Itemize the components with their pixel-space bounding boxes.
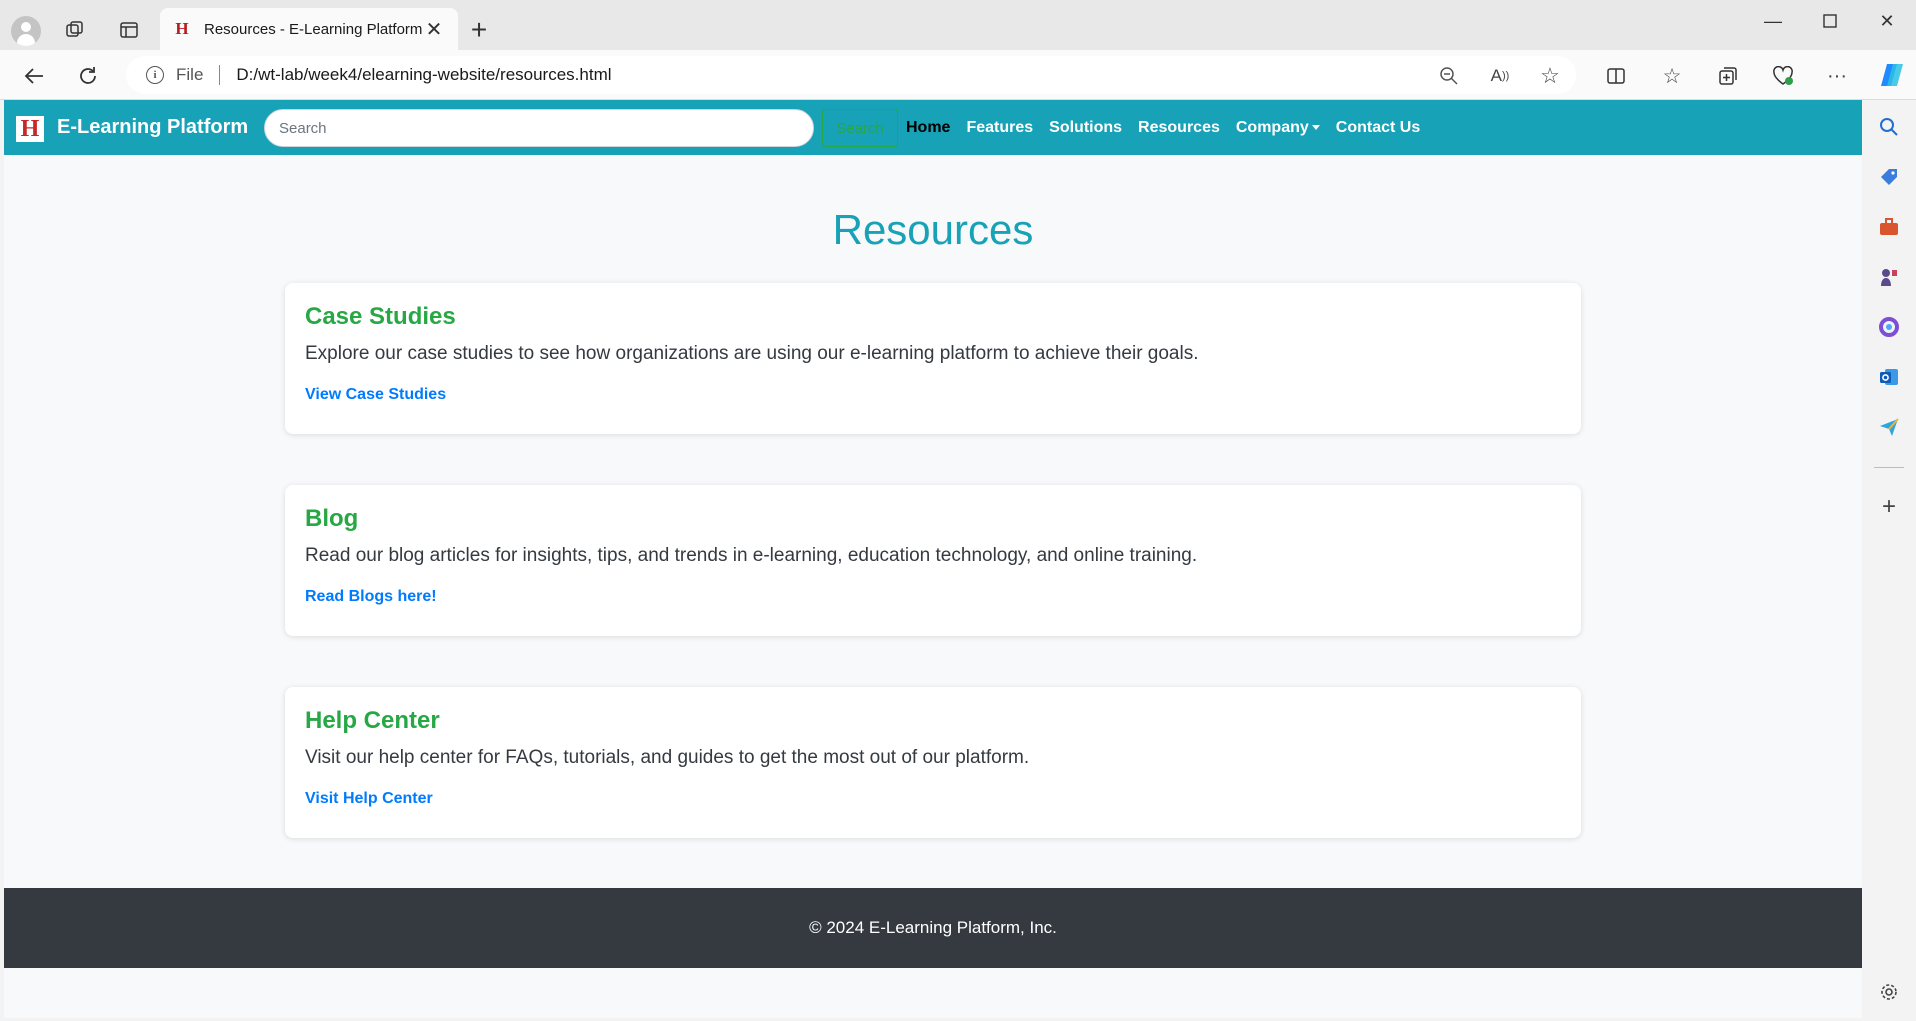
- caret-down-icon: [1311, 124, 1320, 130]
- nav-company-dropdown[interactable]: Company: [1236, 119, 1320, 137]
- view-case-studies-link[interactable]: View Case Studies: [305, 386, 446, 404]
- collections-icon[interactable]: [1716, 64, 1740, 88]
- tab-title: Resources - E-Learning Platform: [204, 20, 423, 38]
- tab-strip: H Resources - E-Learning Platform ✕ + — …: [0, 0, 1916, 50]
- card-title: Blog: [305, 505, 359, 532]
- favorites-icon[interactable]: ☆: [1660, 64, 1684, 88]
- address-bar: i File D:/wt-lab/week4/elearning-website…: [0, 50, 1916, 100]
- add-icon[interactable]: +: [1875, 493, 1903, 521]
- outlook-icon[interactable]: [1875, 363, 1903, 391]
- star-icon[interactable]: ☆: [1538, 63, 1562, 88]
- search-icon[interactable]: [1875, 113, 1903, 141]
- minimize-icon[interactable]: —: [1746, 6, 1800, 36]
- nav-company-label: Company: [1235, 118, 1309, 136]
- info-icon[interactable]: i: [146, 66, 164, 84]
- games-icon[interactable]: [1875, 263, 1903, 291]
- office-icon[interactable]: [1875, 313, 1903, 341]
- copilot-icon[interactable]: [1877, 60, 1907, 90]
- nav-home[interactable]: Home: [906, 119, 950, 137]
- read-blogs-link[interactable]: Read Blogs here!: [305, 588, 437, 606]
- brand-name[interactable]: E-Learning Platform: [57, 116, 248, 139]
- footer-copyright: © 2024 E-Learning Platform, Inc.: [809, 918, 1057, 937]
- url-bar[interactable]: i File D:/wt-lab/week4/elearning-website…: [126, 56, 1576, 94]
- card-help-center: Help Center Visit our help center for FA…: [285, 687, 1581, 838]
- favicon-icon: H: [175, 19, 189, 38]
- back-arrow-icon[interactable]: [18, 60, 50, 92]
- page-title: Resources: [832, 206, 1034, 253]
- vertical-tabs-icon[interactable]: [115, 16, 143, 44]
- edge-sidebar: +: [1862, 100, 1916, 1021]
- refresh-icon[interactable]: [72, 60, 104, 92]
- url-scheme: File: [176, 65, 204, 84]
- visit-help-center-link[interactable]: Visit Help Center: [305, 790, 433, 808]
- card-text: Read our blog articles for insights, tip…: [305, 545, 1198, 566]
- site-navbar: H E-Learning Platform Search Home Featur…: [4, 100, 1862, 155]
- nav-resources[interactable]: Resources: [1138, 119, 1220, 137]
- url-divider: [219, 65, 221, 85]
- settings-icon[interactable]: [1875, 978, 1903, 1006]
- tab-resources[interactable]: H Resources - E-Learning Platform ✕: [160, 8, 458, 50]
- split-screen-icon[interactable]: [1604, 64, 1628, 88]
- card-blog: Blog Read our blog articles for insights…: [285, 485, 1581, 636]
- brand-logo[interactable]: H: [16, 116, 44, 142]
- tools-icon[interactable]: [1875, 213, 1903, 241]
- read-aloud-icon[interactable]: A)): [1488, 64, 1512, 88]
- nav-features[interactable]: Features: [966, 119, 1033, 137]
- search-button[interactable]: Search: [822, 109, 898, 147]
- workspaces-icon[interactable]: [61, 16, 89, 44]
- send-icon[interactable]: [1875, 413, 1903, 441]
- profile-icon[interactable]: [8, 13, 44, 49]
- close-icon[interactable]: ✕: [424, 17, 444, 42]
- card-title: Help Center: [305, 707, 440, 734]
- heart-pulse-icon[interactable]: [1771, 64, 1795, 88]
- nav-links: Home Features Solutions Resources Compan…: [906, 100, 1436, 155]
- site-footer: © 2024 E-Learning Platform, Inc.: [4, 888, 1862, 968]
- nav-solutions[interactable]: Solutions: [1049, 119, 1122, 137]
- shopping-tag-icon[interactable]: [1875, 163, 1903, 191]
- search-input[interactable]: [264, 109, 814, 147]
- card-title: Case Studies: [305, 303, 456, 330]
- card-text: Visit our help center for FAQs, tutorial…: [305, 747, 1030, 768]
- card-case-studies: Case Studies Explore our case studies to…: [285, 283, 1581, 434]
- nav-contact[interactable]: Contact Us: [1336, 119, 1420, 137]
- plus-icon[interactable]: +: [463, 14, 495, 46]
- more-icon[interactable]: ···: [1825, 64, 1849, 88]
- sidebar-divider: [1874, 467, 1904, 468]
- page-viewport: H E-Learning Platform Search Home Featur…: [4, 100, 1862, 1018]
- card-text: Explore our case studies to see how orga…: [305, 343, 1199, 364]
- zoom-out-icon[interactable]: [1437, 64, 1461, 88]
- url-text[interactable]: D:/wt-lab/week4/elearning-website/resour…: [236, 65, 611, 85]
- maximize-icon[interactable]: [1803, 6, 1857, 36]
- close-window-icon[interactable]: ✕: [1860, 6, 1914, 36]
